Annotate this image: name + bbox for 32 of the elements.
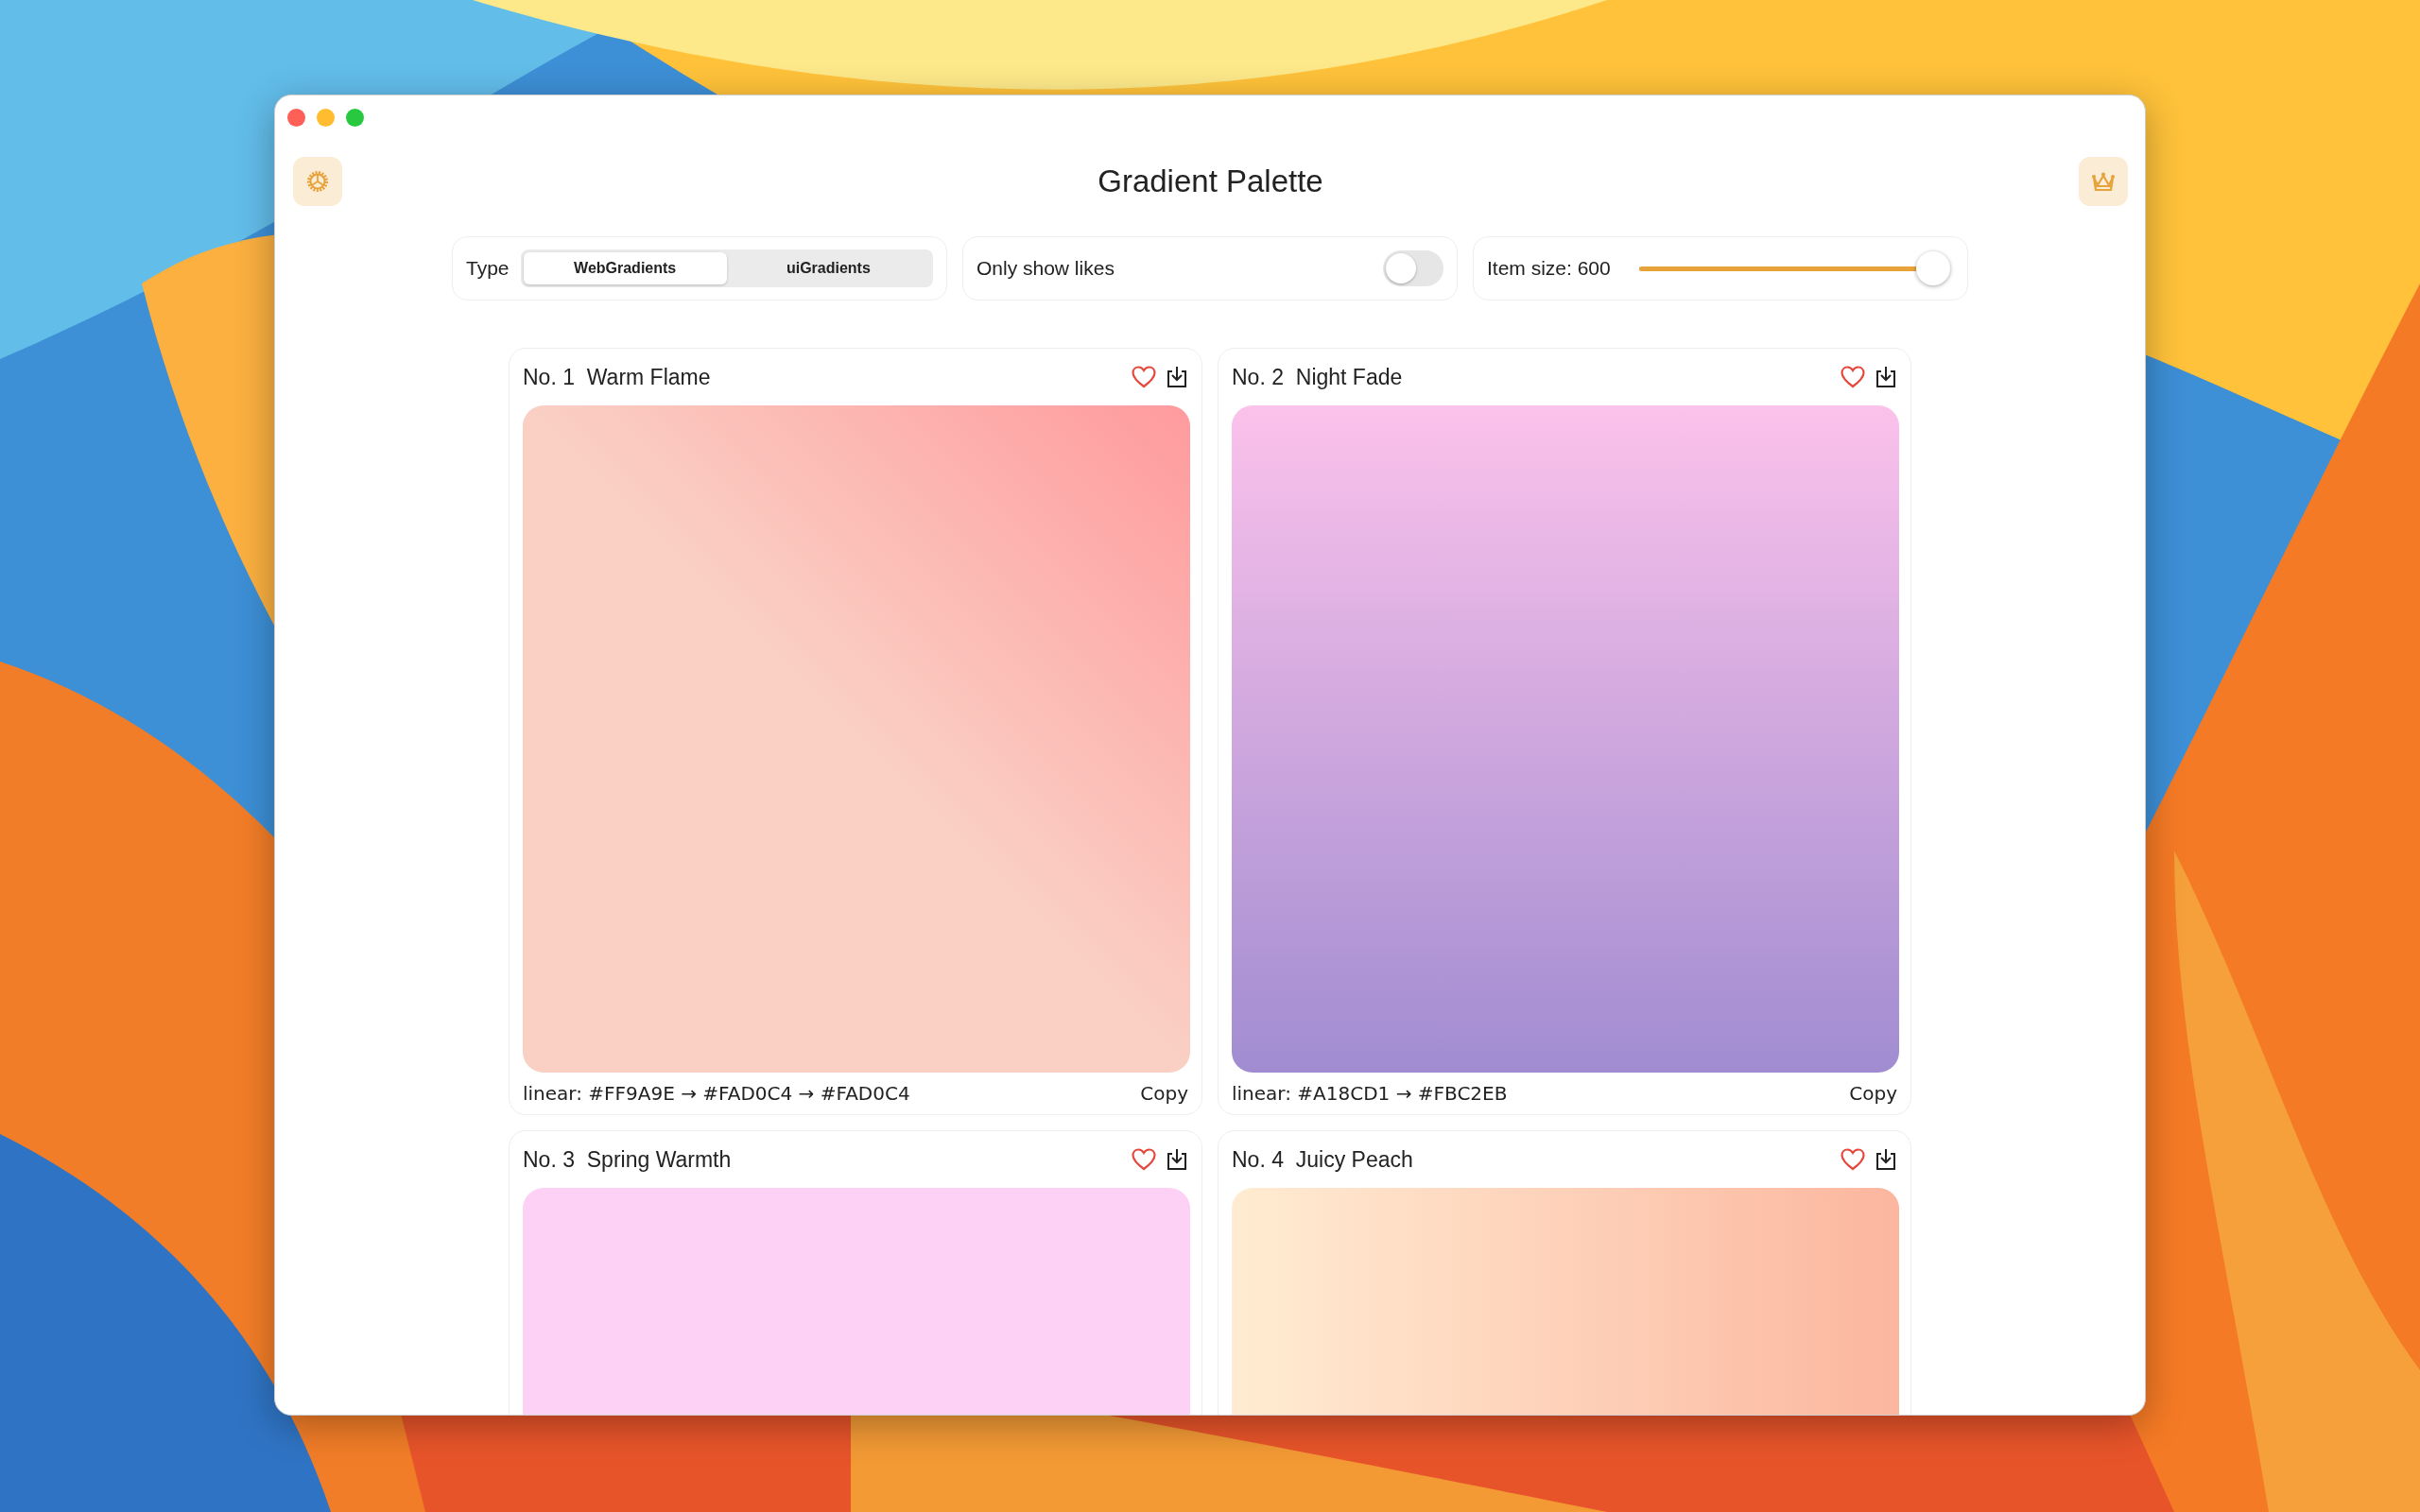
settings-icon [305,169,330,194]
heart-icon[interactable] [1841,1148,1865,1171]
download-icon[interactable] [1166,1147,1188,1172]
premium-button[interactable] [2079,157,2128,206]
heart-icon[interactable] [1132,366,1156,388]
copy-button[interactable]: Copy [1849,1082,1897,1105]
gradient-title: No. 2 Night Fade [1232,364,1404,390]
gradient-code: linear: #FF9A9E → #FAD0C4 → #FAD0C4 [523,1082,910,1105]
copy-button[interactable]: Copy [1140,1082,1188,1105]
crown-icon [2090,170,2117,193]
minimize-button[interactable] [317,109,335,127]
type-tab[interactable]: uiGradients [726,252,930,284]
gradient-swatch[interactable] [523,405,1190,1073]
gradient-code: linear: #A18CD1 → #FBC2EB [1232,1082,1508,1105]
close-button[interactable] [287,109,305,127]
gradient-title: No. 1 Warm Flame [523,364,712,390]
window-title: Gradient Palette [1098,163,1323,199]
settings-button[interactable] [293,157,342,206]
gradient-title: No. 4 Juicy Peach [1232,1146,1414,1173]
heart-icon[interactable] [1841,366,1865,388]
likes-filter-label: Only show likes [977,257,1115,280]
zoom-button[interactable] [346,109,364,127]
type-tab[interactable]: WebGradients [523,252,727,284]
heart-icon[interactable] [1132,1148,1156,1171]
download-icon[interactable] [1875,1147,1897,1172]
type-label: Type [466,257,510,280]
gradient-swatch[interactable] [1232,405,1899,1073]
download-icon[interactable] [1875,365,1897,389]
gradient-title: No. 3 Spring Warmth [523,1146,733,1173]
item-size-label: Item size: 600 [1487,257,1611,280]
download-icon[interactable] [1166,365,1188,389]
likes-toggle[interactable] [1383,250,1443,286]
